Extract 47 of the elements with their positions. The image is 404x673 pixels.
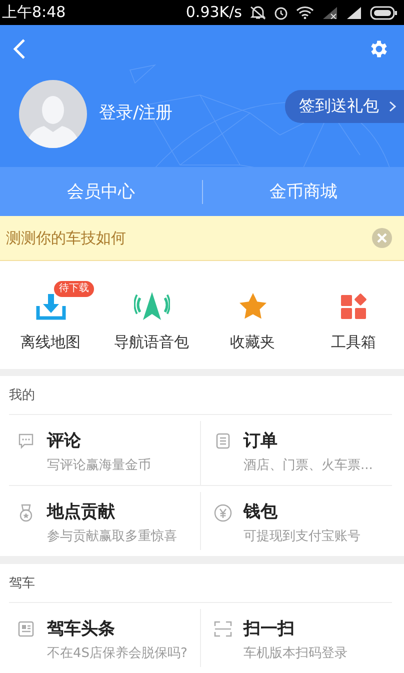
menu-entry[interactable]: 评论 写评论赢海量金币 [9,421,200,486]
toolbox-grid-icon [340,293,366,319]
menu-entry[interactable]: 钱包 可提现到支付宝账号 [200,492,392,550]
section-title: 我的 [9,387,35,404]
comment-icon [18,433,34,449]
menu-entry[interactable]: 地点贡献 参与贡献赢取多重惊喜 [9,492,200,550]
banner-text[interactable]: 测测你的车技如何 [6,228,126,248]
signal-icon [346,6,362,19]
entry-title: 扫一扫 [244,618,296,640]
entry-title: 订单 [244,430,278,452]
entry-subtitle: 酒店、门票、火车票... [244,457,373,474]
entry-subtitle: 参与贡献赢取多重惊喜 [47,528,177,545]
shortcut-label[interactable]: 工具箱 [331,333,376,352]
news-icon [18,621,34,637]
medal-icon [19,504,33,522]
star-icon [238,292,268,320]
status-time: 上午8:48 [2,5,66,20]
section-title: 驾车 [9,575,35,592]
chevron-right-icon [389,100,396,112]
menu-entry[interactable]: 驾车头条 不在4S店保养会脱保吗? [9,609,200,667]
shortcut-label[interactable]: 收藏夹 [230,333,275,352]
mute-icon [250,6,266,20]
document-icon [216,433,230,449]
navigation-arrow-icon [134,291,170,321]
network-speed: 0.93K/s [186,5,242,20]
wifi-icon [296,6,314,19]
menu-entry[interactable]: 扫一扫 车机版本扫码登录 [200,609,392,667]
download-icon [36,292,66,320]
entry-title: 评论 [47,430,82,452]
yen-icon [214,504,232,522]
entry-subtitle: 可提现到支付宝账号 [244,528,360,545]
entry-subtitle: 写评论赢海量金币 [47,457,151,474]
download-pending-badge: 待下载 [54,281,94,297]
entry-subtitle: 不在4S店保养会脱保吗? [47,645,188,662]
entry-title: 驾车头条 [47,618,116,640]
menu-entry[interactable]: 订单 酒店、门票、火车票... [200,421,392,486]
back-icon[interactable] [12,38,26,60]
entry-title: 地点贡献 [47,501,116,523]
sign-in-gift-button[interactable]: 签到送礼包 [285,90,404,122]
shortcut-label[interactable]: 离线地图 [20,333,80,352]
battery-icon [370,6,398,20]
entry-title: 钱包 [244,501,278,523]
entry-subtitle: 车机版本扫码登录 [244,645,348,662]
shortcut-label[interactable]: 导航语音包 [114,333,189,352]
signal-icon [322,6,338,19]
scan-icon [214,621,232,637]
alarm-icon [274,6,288,20]
